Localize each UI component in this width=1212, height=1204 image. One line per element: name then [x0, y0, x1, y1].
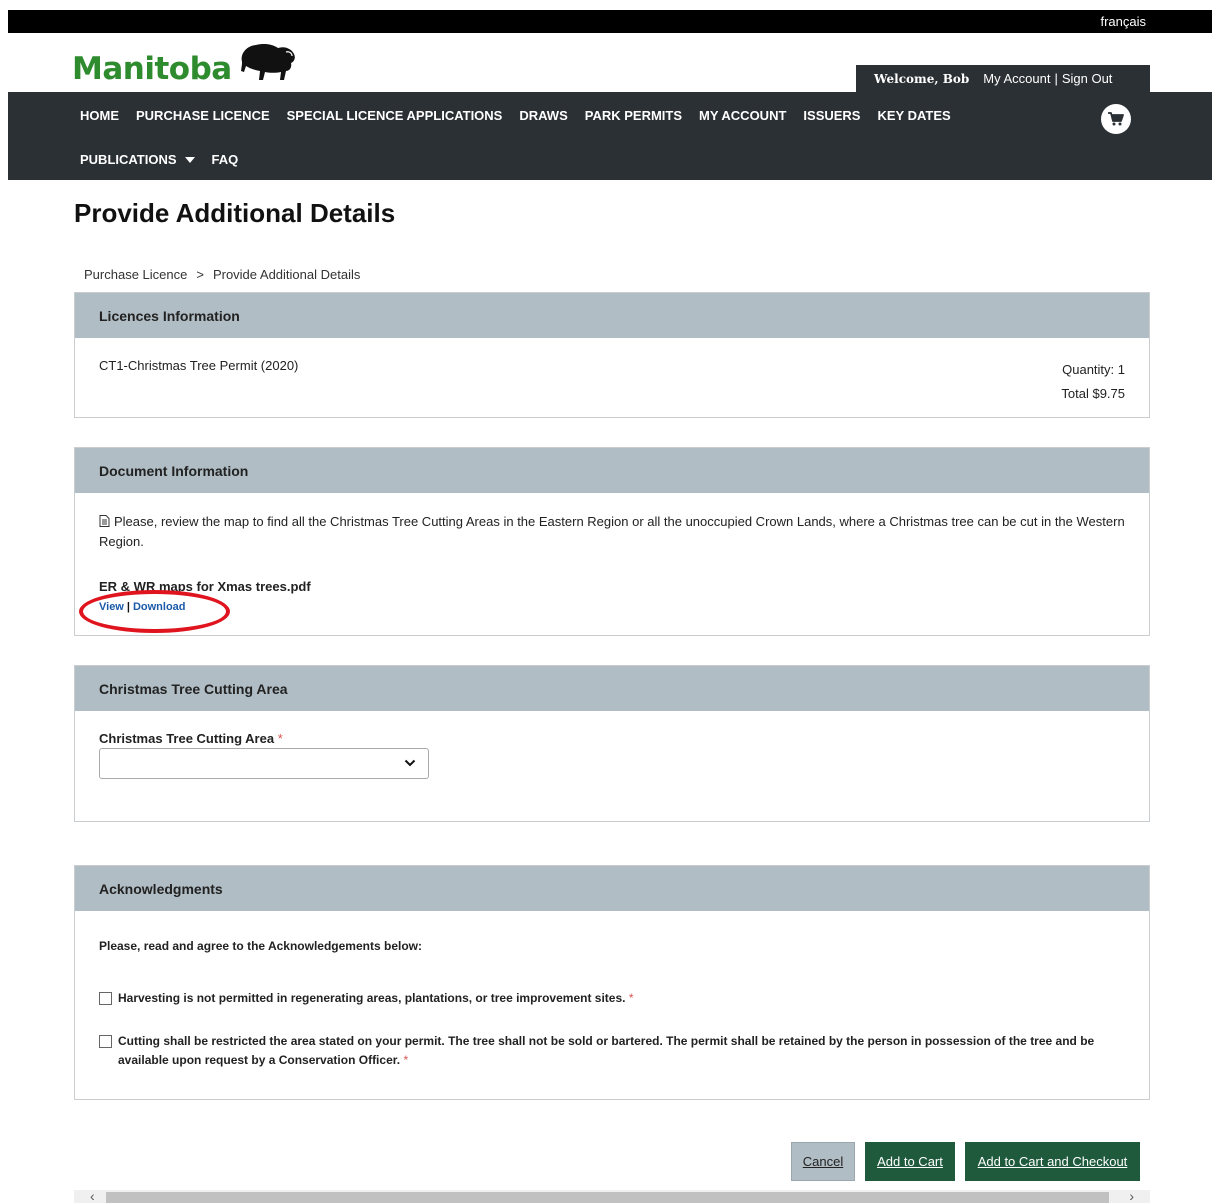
required-marker: * [403, 1053, 409, 1067]
breadcrumb: Purchase Licence > Provide Additional De… [84, 267, 360, 282]
cutting-area-panel: Christmas Tree Cutting Area Christmas Tr… [74, 665, 1150, 822]
add-to-cart-button[interactable]: Add to Cart [865, 1142, 955, 1181]
acknowledgment-checkbox-2[interactable] [99, 1035, 112, 1048]
welcome-message: Welcome, Bob [874, 71, 970, 86]
licences-panel-heading: Licences Information [75, 293, 1149, 338]
acknowledgment-text-2-content: Cutting shall be restricted the area sta… [118, 1034, 1095, 1067]
nav-item-faq[interactable]: FAQ [212, 152, 239, 167]
nav-item-publications[interactable]: PUBLICATIONS [80, 152, 195, 167]
document-panel: Document Information Please, review the … [74, 447, 1150, 636]
language-toggle-link[interactable]: français [1100, 14, 1146, 29]
document-download-link[interactable]: Download [133, 601, 186, 613]
breadcrumb-separator: > [196, 267, 204, 282]
cancel-button[interactable]: Cancel [791, 1142, 855, 1181]
acknowledgment-item-1: Harvesting is not permitted in regenerat… [99, 989, 1125, 1008]
acknowledgments-panel-heading: Acknowledgments [75, 866, 1149, 911]
scroll-right-arrow-icon[interactable]: › [1129, 1188, 1134, 1204]
my-account-link[interactable]: My Account [983, 71, 1050, 86]
acknowledgment-text-1-content: Harvesting is not permitted in regenerat… [118, 991, 626, 1005]
nav-item-park-permits[interactable]: PARK PERMITS [585, 108, 682, 123]
top-utility-bar: français [8, 10, 1212, 33]
licence-item-name: CT1-Christmas Tree Permit (2020) [99, 358, 299, 373]
caret-down-icon [184, 156, 195, 163]
cutting-area-label-text: Christmas Tree Cutting Area [99, 731, 275, 746]
logo-text: Manitoba [72, 51, 232, 87]
sign-out-link[interactable]: Sign Out [1062, 71, 1113, 86]
account-separator: | [1054, 71, 1058, 86]
cart-button[interactable] [1101, 104, 1131, 134]
account-bar: Welcome, Bob My Account | Sign Out [856, 65, 1150, 92]
nav-item-issuers[interactable]: ISSUERS [803, 108, 860, 123]
breadcrumb-purchase-licence[interactable]: Purchase Licence [84, 267, 187, 282]
document-link-separator: | [126, 601, 130, 613]
required-marker: * [628, 991, 634, 1005]
required-marker: * [277, 731, 283, 746]
document-panel-heading: Document Information [75, 448, 1149, 493]
add-to-cart-and-checkout-button[interactable]: Add to Cart and Checkout [965, 1142, 1140, 1181]
cutting-area-select[interactable] [99, 748, 429, 779]
scroll-left-arrow-icon[interactable]: ‹ [90, 1188, 95, 1204]
cutting-area-field-label: Christmas Tree Cutting Area * [99, 731, 283, 746]
acknowledgments-intro: Please, read and agree to the Acknowledg… [99, 939, 422, 953]
bison-icon [240, 44, 295, 80]
document-description: Please, review the map to find all the C… [99, 512, 1125, 552]
document-view-link[interactable]: View [99, 601, 124, 613]
document-links: View | Download [99, 601, 186, 613]
document-file-name: ER & WR maps for Xmas trees.pdf [99, 579, 311, 594]
nav-row-primary: HOME PURCHASE LICENCE SPECIAL LICENCE AP… [80, 108, 968, 123]
shopping-cart-icon [1108, 112, 1124, 126]
nav-item-my-account[interactable]: MY ACCOUNT [699, 108, 786, 123]
licences-panel: Licences Information CT1-Christmas Tree … [74, 292, 1150, 418]
licence-quantity: Quantity: 1 [1062, 362, 1125, 377]
nav-item-home[interactable]: HOME [80, 108, 119, 123]
scrollbar-thumb[interactable] [106, 1192, 1109, 1203]
nav-item-purchase-licence[interactable]: PURCHASE LICENCE [136, 108, 270, 123]
licence-total: Total $9.75 [1061, 386, 1125, 401]
nav-item-draws[interactable]: DRAWS [519, 108, 567, 123]
horizontal-scrollbar[interactable]: ‹ › [74, 1188, 1150, 1204]
main-navigation: HOME PURCHASE LICENCE SPECIAL LICENCE AP… [8, 92, 1212, 180]
nav-row-secondary: PUBLICATIONS FAQ [80, 152, 255, 167]
licence-summary: Quantity: 1 Total $9.75 [1061, 358, 1125, 406]
nav-item-publications-label: PUBLICATIONS [80, 152, 177, 167]
acknowledgment-checkbox-1[interactable] [99, 992, 112, 1005]
breadcrumb-current: Provide Additional Details [212, 267, 361, 282]
acknowledgment-text-1: Harvesting is not permitted in regenerat… [118, 989, 633, 1008]
document-icon [99, 515, 110, 527]
document-description-text: Please, review the map to find all the C… [99, 514, 1125, 549]
acknowledgments-panel: Acknowledgments Please, read and agree t… [74, 865, 1150, 1100]
nav-item-key-dates[interactable]: KEY DATES [877, 108, 950, 123]
page-title: Provide Additional Details [74, 198, 396, 228]
chevron-down-icon [404, 759, 416, 767]
manitoba-logo[interactable]: Manitoba [72, 40, 298, 86]
acknowledgment-item-2: Cutting shall be restricted the area sta… [99, 1032, 1125, 1070]
acknowledgment-text-2: Cutting shall be restricted the area sta… [118, 1032, 1125, 1070]
nav-item-special-licence-applications[interactable]: SPECIAL LICENCE APPLICATIONS [287, 108, 503, 123]
cutting-area-panel-heading: Christmas Tree Cutting Area [75, 666, 1149, 711]
